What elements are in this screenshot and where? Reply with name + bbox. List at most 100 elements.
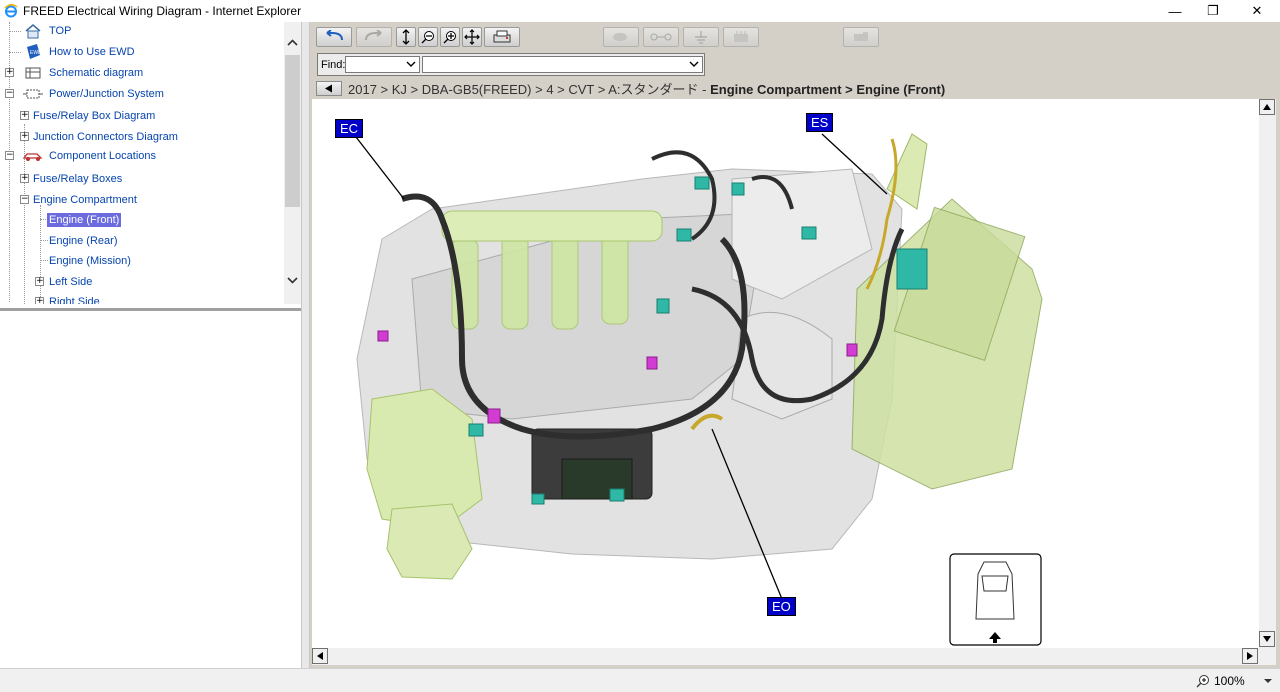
zoom-icon: [1196, 675, 1209, 688]
vertical-splitter[interactable]: [301, 22, 310, 668]
home-icon: [22, 22, 44, 40]
scroll-down-icon[interactable]: [284, 272, 301, 289]
close-button[interactable]: ✕: [1234, 0, 1280, 22]
expand-toggle[interactable]: +: [35, 297, 44, 304]
expand-toggle[interactable]: +: [20, 132, 29, 141]
pencil-icon: [854, 32, 868, 41]
internet-explorer-icon: [4, 4, 18, 18]
tree-item-left-side[interactable]: Left Side: [47, 273, 94, 291]
find-category-select[interactable]: [345, 56, 420, 73]
tree-item-label: Right Side: [49, 296, 100, 304]
tree-item-how-to-use-ewd[interactable]: How to Use EWD: [47, 43, 137, 61]
minimize-icon: —: [1168, 3, 1182, 19]
ground-icon: [695, 31, 707, 44]
tree-item-engine-compartment[interactable]: Engine Compartment: [31, 191, 139, 209]
scroll-left-button[interactable]: [312, 648, 328, 664]
find-bar: Find:: [317, 53, 705, 76]
tree-item-label: Engine (Rear): [49, 235, 118, 247]
tree-item-label: Power/Junction System: [49, 88, 164, 100]
tree-item-junction-connectors-diagram[interactable]: Junction Connectors Diagram: [31, 128, 180, 146]
close-icon: ✕: [1251, 3, 1263, 18]
car-icon: [22, 147, 44, 165]
restore-button[interactable]: ❐: [1190, 0, 1236, 22]
tree-item-fuse-relay-box-diagram[interactable]: Fuse/Relay Box Diagram: [31, 107, 157, 125]
tree-item-schematic-diagram[interactable]: Schematic diagram: [47, 64, 145, 82]
collapse-toggle[interactable]: −: [20, 195, 29, 204]
diagram-viewer: Find: 2017 > KJ > DBA-GB5(FREED) > 4 > C…: [310, 22, 1280, 668]
callout-es[interactable]: ES: [806, 113, 834, 132]
title-bar: FREED Electrical Wiring Diagram - Intern…: [0, 0, 1280, 22]
tree-item-power-junction-system[interactable]: Power/Junction System: [47, 85, 166, 103]
expand-toggle[interactable]: +: [35, 277, 44, 286]
tree-scrollbar[interactable]: [284, 22, 301, 304]
diagram-horizontal-scrollbar[interactable]: [312, 648, 1276, 665]
tree-item-top[interactable]: TOP: [47, 22, 73, 40]
breadcrumb-path-text: 2017 > KJ > DBA-GB5(FREED) > 4 > CVT > A…: [348, 81, 711, 97]
zoom-in-button[interactable]: [440, 27, 460, 47]
zoom-out-button[interactable]: [418, 27, 438, 47]
triangle-left-icon: [317, 652, 323, 660]
connector-button[interactable]: [643, 27, 679, 47]
tree-item-label: Junction Connectors Diagram: [33, 131, 178, 143]
engine-diagram-canvas[interactable]: EC ES EO: [312, 99, 1259, 648]
scroll-right-button[interactable]: [1242, 648, 1258, 664]
restore-icon: ❐: [1207, 3, 1219, 18]
tree-item-engine-front[interactable]: Engine (Front): [47, 211, 122, 229]
triangle-up-icon: [1263, 104, 1271, 110]
chevron-down-icon: [1263, 679, 1272, 683]
tree-item-label: Engine (Front): [47, 213, 122, 227]
component-icon: [734, 31, 748, 42]
diagram-vertical-scrollbar[interactable]: [1259, 99, 1276, 648]
scroll-up-button[interactable]: [1259, 99, 1275, 115]
status-bar: 100%: [0, 668, 1280, 692]
search-part-button[interactable]: [603, 27, 639, 47]
callout-eo[interactable]: EO: [767, 597, 796, 616]
tree-item-label: Fuse/Relay Box Diagram: [33, 110, 156, 122]
tree-guide-line: [9, 22, 10, 302]
find-term-select[interactable]: [422, 56, 703, 73]
tree-item-label: Component Locations: [49, 150, 157, 162]
component-button[interactable]: [723, 27, 759, 47]
tree-item-right-side[interactable]: Right Side: [47, 293, 102, 304]
breadcrumb: 2017 > KJ > DBA-GB5(FREED) > 4 > CVT > A…: [316, 79, 945, 97]
tree-item-label: Left Side: [49, 276, 93, 288]
tree-item-component-locations[interactable]: Component Locations: [47, 147, 158, 165]
expand-toggle[interactable]: +: [5, 68, 14, 77]
schematic-icon: [22, 64, 44, 82]
scroll-up-icon[interactable]: [284, 34, 301, 51]
part-search-icon: [613, 33, 627, 41]
zoom-level: 100%: [1214, 674, 1245, 688]
breadcrumb-path: 2017 > KJ > DBA-GB5(FREED) > 4 > CVT > A…: [348, 79, 945, 98]
scroll-down-button[interactable]: [1259, 631, 1275, 647]
back-button[interactable]: [316, 27, 352, 47]
back-arrow-icon: [326, 30, 343, 41]
tree-item-engine-rear[interactable]: Engine (Rear): [47, 232, 119, 250]
zoom-out-icon: [421, 31, 434, 44]
zoom-control[interactable]: 100%: [1196, 674, 1273, 688]
breadcrumb-back-button[interactable]: [316, 80, 342, 96]
lower-info-pane: [0, 311, 301, 666]
triangle-down-icon: [1263, 636, 1271, 642]
window-title: FREED Electrical Wiring Diagram - Intern…: [23, 4, 302, 18]
expand-toggle[interactable]: +: [20, 111, 29, 120]
forward-button[interactable]: [356, 27, 392, 47]
tree-item-label: Fuse/Relay Boxes: [33, 173, 123, 185]
breadcrumb-current: Engine Compartment > Engine (Front): [710, 81, 946, 97]
fit-height-button[interactable]: [396, 27, 416, 47]
circuit-icon: [22, 85, 44, 103]
tree-item-fuse-relay-boxes[interactable]: Fuse/Relay Boxes: [31, 170, 124, 188]
fit-height-icon: [402, 29, 410, 45]
tree-item-engine-mission[interactable]: Engine (Mission): [47, 252, 133, 270]
collapse-toggle[interactable]: −: [5, 89, 14, 98]
collapse-toggle[interactable]: −: [5, 151, 14, 160]
note-button[interactable]: [843, 27, 879, 47]
callout-ec[interactable]: EC: [335, 119, 364, 138]
tree-scroll-thumb[interactable]: [285, 55, 300, 207]
print-button[interactable]: [484, 27, 520, 47]
pan-button[interactable]: [462, 27, 482, 47]
expand-toggle[interactable]: +: [20, 174, 29, 183]
tree-item-label: How to Use EWD: [49, 46, 135, 58]
chevron-down-icon: [406, 61, 416, 67]
triangle-right-icon: [1247, 652, 1253, 660]
ground-button[interactable]: [683, 27, 719, 47]
